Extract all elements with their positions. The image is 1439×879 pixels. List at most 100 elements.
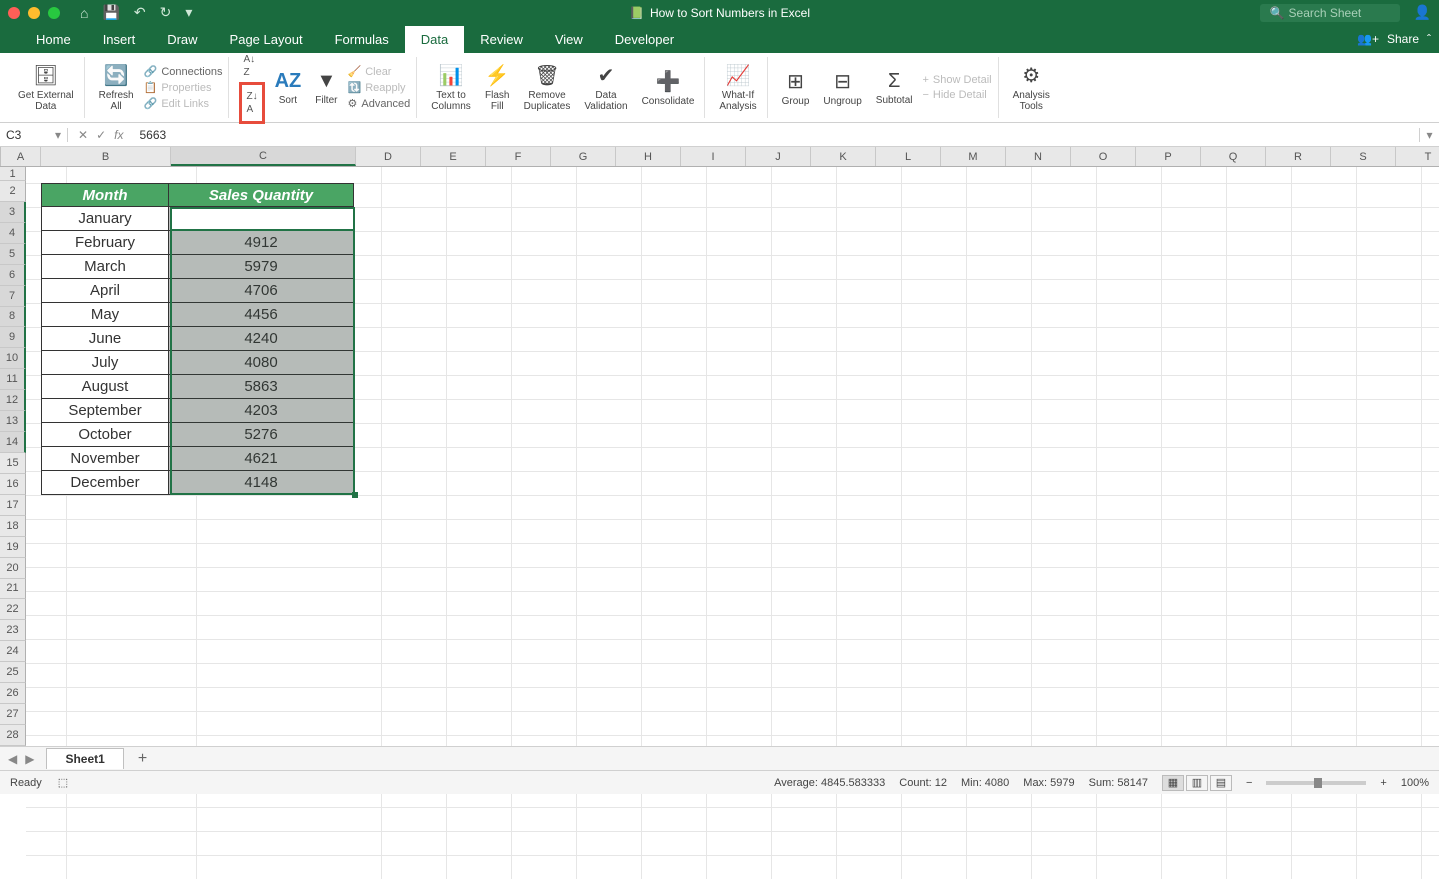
column-header-P[interactable]: P [1136, 147, 1201, 166]
column-header-S[interactable]: S [1331, 147, 1396, 166]
expand-formula-bar[interactable]: ▾ [1419, 128, 1439, 142]
column-header-G[interactable]: G [551, 147, 616, 166]
connections-button[interactable]: 🔗Connections [144, 65, 223, 78]
cell-value[interactable]: 5663 [169, 207, 354, 231]
column-header-L[interactable]: L [876, 147, 941, 166]
column-header-O[interactable]: O [1071, 147, 1136, 166]
close-button[interactable] [8, 7, 20, 19]
column-header-N[interactable]: N [1006, 147, 1071, 166]
cell-month[interactable]: October [41, 423, 169, 447]
page-layout-view-button[interactable]: ▥ [1186, 775, 1208, 791]
column-header-I[interactable]: I [681, 147, 746, 166]
column-header-R[interactable]: R [1266, 147, 1331, 166]
subtotal-button[interactable]: ΣSubtotal [872, 68, 917, 108]
cell-value[interactable]: 5979 [169, 255, 354, 279]
cell-value[interactable]: 4706 [169, 279, 354, 303]
cell-value[interactable]: 4621 [169, 447, 354, 471]
flash-fill-button[interactable]: ⚡Flash Fill [481, 61, 514, 114]
row-header-16[interactable]: 16 [0, 474, 26, 495]
prev-sheet-button[interactable]: ◀ [8, 752, 17, 766]
tab-home[interactable]: Home [20, 26, 87, 53]
tab-view[interactable]: View [539, 26, 599, 53]
next-sheet-button[interactable]: ▶ [25, 752, 34, 766]
row-header-27[interactable]: 27 [0, 704, 26, 725]
tab-formulas[interactable]: Formulas [319, 26, 405, 53]
cell-value[interactable]: 4148 [169, 471, 354, 495]
column-header-C[interactable]: C [171, 147, 356, 166]
column-header-D[interactable]: D [356, 147, 421, 166]
user-icon[interactable]: 👤 [1414, 4, 1431, 21]
zoom-level[interactable]: 100% [1401, 777, 1429, 789]
data-validation-button[interactable]: ✔Data Validation [580, 61, 631, 114]
formula-input[interactable]: 5663 [133, 128, 1419, 142]
row-header-7[interactable]: 7 [0, 286, 26, 307]
text-to-columns-button[interactable]: 📊Text to Columns [427, 61, 474, 114]
row-header-18[interactable]: 18 [0, 516, 26, 537]
fx-icon[interactable]: fx [114, 128, 123, 142]
search-input[interactable]: 🔍 Search Sheet [1260, 4, 1400, 22]
column-header-E[interactable]: E [421, 147, 486, 166]
add-sheet-button[interactable]: + [128, 747, 157, 771]
advanced-filter-button[interactable]: ⚙Advanced [347, 97, 410, 110]
maximize-button[interactable] [48, 7, 60, 19]
redo-icon[interactable]: ↻ [160, 4, 172, 21]
row-header-24[interactable]: 24 [0, 641, 26, 662]
enter-icon[interactable]: ✓ [96, 128, 106, 142]
row-header-15[interactable]: 15 [0, 453, 26, 474]
row-header-5[interactable]: 5 [0, 244, 26, 265]
cell-month[interactable]: February [41, 231, 169, 255]
tab-data[interactable]: Data [405, 26, 464, 53]
column-header-M[interactable]: M [941, 147, 1006, 166]
share-icon[interactable]: 👥+ [1357, 32, 1379, 46]
cell-value[interactable]: 5276 [169, 423, 354, 447]
cell-month[interactable]: April [41, 279, 169, 303]
filter-button[interactable]: ▼ Filter [311, 68, 341, 108]
row-header-4[interactable]: 4 [0, 223, 26, 244]
home-icon[interactable]: ⌂ [80, 5, 88, 21]
row-header-9[interactable]: 9 [0, 327, 26, 348]
cell-month[interactable]: September [41, 399, 169, 423]
tab-review[interactable]: Review [464, 26, 539, 53]
remove-duplicates-button[interactable]: 🗑Remove Duplicates [520, 61, 575, 114]
row-header-1[interactable]: 1 [0, 167, 26, 181]
tab-draw[interactable]: Draw [151, 26, 213, 53]
row-header-25[interactable]: 25 [0, 662, 26, 683]
row-header-8[interactable]: 8 [0, 307, 26, 328]
analysis-tools-button[interactable]: ⚙Analysis Tools [1009, 61, 1054, 114]
column-header-Q[interactable]: Q [1201, 147, 1266, 166]
page-break-view-button[interactable]: ▤ [1210, 775, 1232, 791]
row-header-2[interactable]: 2 [0, 181, 26, 202]
cell-value[interactable]: 4240 [169, 327, 354, 351]
zoom-slider[interactable] [1266, 781, 1366, 785]
cell-month[interactable]: July [41, 351, 169, 375]
normal-view-button[interactable]: ▦ [1162, 775, 1184, 791]
column-header-H[interactable]: H [616, 147, 681, 166]
ungroup-button[interactable]: ⊟Ungroup [819, 67, 865, 109]
dropdown-icon[interactable]: ▾ [55, 128, 61, 142]
cell-value[interactable]: 4456 [169, 303, 354, 327]
save-icon[interactable]: 💾 [102, 4, 119, 21]
macro-record-icon[interactable]: ⬚ [58, 776, 68, 789]
get-external-data-button[interactable]: 🗄 Get External Data [14, 61, 78, 114]
minimize-button[interactable] [28, 7, 40, 19]
cancel-icon[interactable]: ✕ [78, 128, 88, 142]
cell-month[interactable]: March [41, 255, 169, 279]
consolidate-button[interactable]: ➕Consolidate [638, 67, 699, 109]
zoom-in-button[interactable]: + [1380, 777, 1386, 789]
row-header-23[interactable]: 23 [0, 620, 26, 641]
row-header-22[interactable]: 22 [0, 599, 26, 620]
column-header-K[interactable]: K [811, 147, 876, 166]
what-if-analysis-button[interactable]: 📈What-If Analysis [715, 61, 760, 114]
column-header-B[interactable]: B [41, 147, 171, 166]
cell-month[interactable]: June [41, 327, 169, 351]
row-header-6[interactable]: 6 [0, 265, 26, 286]
tab-page-layout[interactable]: Page Layout [214, 26, 319, 53]
row-header-12[interactable]: 12 [0, 390, 26, 411]
row-header-3[interactable]: 3 [0, 202, 26, 223]
cell-month[interactable]: May [41, 303, 169, 327]
refresh-all-button[interactable]: 🔄 Refresh All [95, 61, 138, 114]
cell-month[interactable]: January [41, 207, 169, 231]
undo-icon[interactable]: ↶ [134, 4, 146, 21]
column-header-F[interactable]: F [486, 147, 551, 166]
column-header-A[interactable]: A [1, 147, 41, 166]
